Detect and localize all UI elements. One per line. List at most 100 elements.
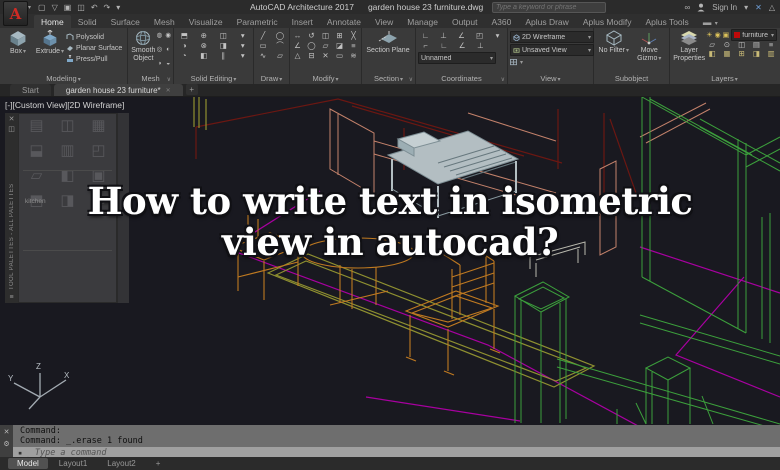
application-menu-caret-icon[interactable]: ▾ <box>28 4 31 11</box>
search-input[interactable] <box>493 4 605 11</box>
layer-tool-icon[interactable]: ≡ <box>765 41 777 49</box>
section-plane-button[interactable]: Section Plane <box>364 30 412 72</box>
panel-footer-section[interactable]: Section <box>362 73 415 84</box>
quick-access-icon[interactable]: ▾ <box>116 3 120 12</box>
press-pull-tool-button[interactable]: Press/Pull <box>66 54 124 64</box>
modify-tool-icon[interactable]: ▭ <box>334 52 345 60</box>
layer-state-icon[interactable]: ▣ <box>723 31 730 39</box>
box-tool-button[interactable]: Box <box>2 30 34 72</box>
palette-item-thumbnail[interactable]: ▤ <box>22 118 51 134</box>
file-tab-close-icon[interactable]: ✕ <box>166 87 171 94</box>
modify-tool-icon[interactable]: ◫ <box>320 32 331 40</box>
ucs-tool-icon[interactable]: ⊥ <box>473 42 488 50</box>
help-corner-icon[interactable]: △ <box>769 3 775 12</box>
visual-style-combo[interactable]: 2D Wireframe <box>510 31 594 43</box>
layer-tool-icon[interactable]: ▦ <box>721 50 733 58</box>
tab-insert[interactable]: Insert <box>285 15 320 28</box>
modify-tool-icon[interactable]: ✕ <box>320 52 331 60</box>
mesh-tool-icon[interactable]: ◉ <box>165 32 171 44</box>
model-viewport[interactable]: Y Z X [-][Custom View][2D Wireframe] ✕ ◫… <box>0 97 780 425</box>
solid-editing-tool-icon[interactable]: ◨ <box>215 42 232 50</box>
viewport-controls-label[interactable]: [-][Custom View][2D Wireframe] <box>5 100 124 110</box>
draw-tool-icon[interactable]: ◯ <box>273 32 287 40</box>
sign-in-caret-icon[interactable]: ▾ <box>744 3 748 12</box>
tab-model[interactable]: Model <box>8 458 48 469</box>
ucs-tool-icon[interactable]: ◰ <box>472 32 487 40</box>
draw-tool-icon[interactable]: ▱ <box>273 52 287 60</box>
solid-editing-tool-icon[interactable]: ∥ <box>215 52 232 60</box>
modify-tool-icon[interactable]: ◪ <box>334 42 345 50</box>
tab-surface[interactable]: Surface <box>104 15 147 28</box>
panel-footer-subobject[interactable]: Subobject <box>594 73 669 84</box>
layer-state-icon[interactable]: ◉ <box>715 31 721 39</box>
tab-a360[interactable]: A360 <box>484 15 518 28</box>
ribbon-display-icon[interactable]: ▬ <box>696 15 725 28</box>
ucs-tool-icon[interactable]: ∟ <box>436 42 451 50</box>
panel-footer-modify[interactable]: Modify <box>290 73 361 84</box>
draw-tool-icon[interactable]: ▭ <box>256 42 270 50</box>
modify-tool-icon[interactable]: ⊞ <box>334 32 345 40</box>
layer-tool-icon[interactable]: ◨ <box>751 50 763 58</box>
layer-tool-icon[interactable]: ⊞ <box>736 50 748 58</box>
mesh-tool-icon[interactable]: ◎ <box>157 46 163 58</box>
move-gizmo-button[interactable]: Move Gizmo <box>633 30 665 72</box>
tab-aplus-draw[interactable]: Aplus Draw <box>518 15 575 28</box>
planar-surface-tool-button[interactable]: Planar Surface <box>66 43 124 53</box>
quick-access-icon[interactable]: ↷ <box>104 3 111 12</box>
tab-parametric[interactable]: Parametric <box>230 15 285 28</box>
tab-aplus-tools[interactable]: Aplus Tools <box>638 15 695 28</box>
palette-autohide-icon[interactable]: ◫ <box>8 125 15 133</box>
sign-in-button[interactable]: Sign In <box>712 3 737 12</box>
ucs-tool-icon[interactable]: ⌐ <box>418 42 433 50</box>
palette-close-icon[interactable]: ✕ <box>9 115 15 123</box>
application-menu-button[interactable]: A <box>3 1 28 26</box>
smooth-object-button[interactable]: Smooth Object <box>130 30 157 72</box>
mesh-tool-icon[interactable]: ◒ <box>165 60 171 72</box>
palette-item-thumbnail[interactable]: ◰ <box>84 143 113 159</box>
layer-tool-icon[interactable]: ▥ <box>765 50 777 58</box>
draw-tool-icon[interactable]: ⌒ <box>273 42 287 50</box>
no-filter-button[interactable]: No Filter <box>598 30 630 72</box>
ucs-tool-icon[interactable]: ▾ <box>490 32 505 40</box>
ucs-tool-icon[interactable]: ∠ <box>454 32 469 40</box>
extrude-tool-button[interactable]: Extrude <box>34 30 66 72</box>
panel-footer-solid-editing[interactable]: Solid Editing <box>174 73 253 84</box>
draw-tool-icon[interactable]: ╱ <box>256 32 270 40</box>
solid-editing-tool-icon[interactable]: ◫ <box>215 32 232 40</box>
layer-tool-icon[interactable]: ▤ <box>751 41 763 49</box>
quick-access-icon[interactable]: ▣ <box>64 3 72 12</box>
palette-item-thumbnail[interactable]: ▥ <box>53 143 82 159</box>
file-tab-start[interactable]: Start <box>10 84 51 96</box>
mesh-tool-icon[interactable]: ◐ <box>165 46 171 58</box>
new-layout-button[interactable]: + <box>147 458 170 469</box>
modify-tool-icon[interactable]: ↺ <box>306 32 317 40</box>
tab-mesh[interactable]: Mesh <box>147 15 182 28</box>
modify-tool-icon[interactable]: ⊟ <box>306 52 317 60</box>
layer-properties-button[interactable]: Layer Properties <box>672 30 706 72</box>
quick-access-icon[interactable]: ▢ <box>38 3 46 12</box>
help-search-box[interactable] <box>492 2 606 13</box>
draw-tool-icon[interactable]: ∿ <box>256 52 270 60</box>
layer-state-icon[interactable]: ☀ <box>706 31 712 39</box>
solid-editing-tool-icon[interactable]: ◧ <box>196 52 213 60</box>
ucs-named-combo[interactable]: Unnamed <box>418 52 496 64</box>
palette-item-thumbnail[interactable]: ◫ <box>53 118 82 134</box>
section-dialog-launcher-icon[interactable]: ∨ <box>409 76 413 83</box>
tab-view[interactable]: View <box>368 15 400 28</box>
solid-editing-tool-icon[interactable]: ⬒ <box>176 32 193 40</box>
tab-annotate[interactable]: Annotate <box>320 15 368 28</box>
ucs-tool-icon[interactable]: ∟ <box>418 32 433 40</box>
layer-tool-icon[interactable]: ▱ <box>706 41 718 49</box>
panel-footer-coordinates[interactable]: Coordinates <box>416 73 507 84</box>
tab-aplus-modify[interactable]: Aplus Modify <box>576 15 639 28</box>
command-customize-icon[interactable]: ⚙ <box>3 440 9 448</box>
palette-properties-icon[interactable]: ≡ <box>9 294 13 301</box>
modify-tool-icon[interactable]: ▱ <box>320 42 331 50</box>
named-view-combo[interactable]: Unsaved View <box>510 44 594 56</box>
layer-tool-icon[interactable]: ◫ <box>736 41 748 49</box>
quick-access-icon[interactable]: ◫ <box>77 3 85 12</box>
tab-manage[interactable]: Manage <box>400 15 445 28</box>
palette-item-thumbnail[interactable]: ⬓ <box>22 143 51 159</box>
layer-tool-icon[interactable]: ⊙ <box>721 41 733 49</box>
modify-tool-icon[interactable]: ≡ <box>348 42 359 50</box>
